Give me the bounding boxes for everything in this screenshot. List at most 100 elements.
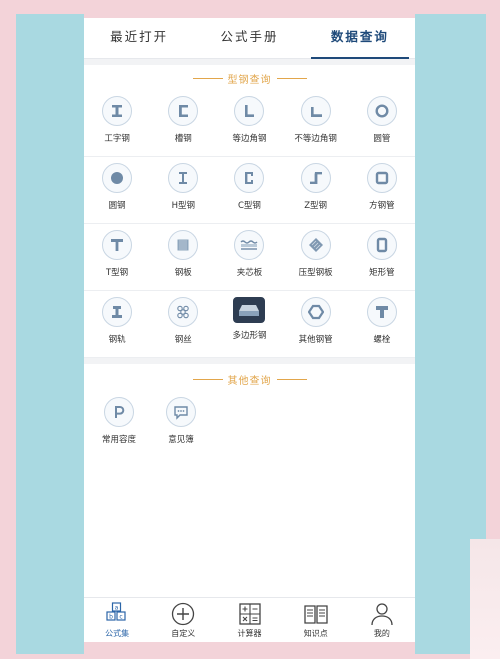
steel-item-steel-plate[interactable]: 钢板	[150, 230, 216, 278]
steel-item-polygon-steel[interactable]: 多边形钢	[216, 297, 282, 341]
steel-item-equal-angle[interactable]: 等边角钢	[216, 96, 282, 144]
steel-section-header: 型钢查询	[84, 71, 415, 86]
calculator-icon	[238, 603, 261, 625]
steel-item-steel-wire[interactable]: 钢丝	[150, 297, 216, 345]
steel-item-z-section[interactable]: Z型钢	[283, 163, 349, 211]
steel-item-round-pipe[interactable]: 圆管	[349, 96, 415, 144]
sandwich-panel-icon	[234, 230, 265, 260]
background-panel-left	[16, 14, 84, 654]
unequal-angle-icon	[300, 96, 331, 126]
steel-item-c-section[interactable]: C型钢	[216, 163, 282, 211]
steel-item-label: 方钢管	[369, 201, 395, 211]
steel-item-label: 钢轨	[108, 335, 126, 345]
steel-item-label: T型钢	[105, 268, 129, 278]
steel-plate-icon	[168, 230, 199, 260]
rect-tube-icon	[366, 230, 397, 260]
other-pipe-icon	[300, 297, 331, 327]
book-icon	[304, 605, 328, 624]
rail-icon	[102, 297, 133, 327]
nav-knowledge[interactable]: 知识点	[283, 598, 349, 642]
other-item-label: 常用容度	[101, 435, 136, 445]
nav-calculator[interactable]: 计算器	[216, 598, 282, 642]
steel-item-t-section[interactable]: T型钢	[84, 230, 150, 278]
header-line-right	[276, 379, 307, 380]
steel-item-i-beam[interactable]: 工字钢	[84, 96, 150, 144]
round-bar-icon	[102, 163, 133, 193]
background-decoration	[470, 539, 500, 659]
steel-item-square-tube[interactable]: 方钢管	[349, 163, 415, 211]
other-section-header: 其他查询	[84, 372, 415, 387]
steel-item-label: 等边角钢	[232, 134, 267, 144]
nav-custom[interactable]: 自定义	[150, 598, 216, 642]
steel-item-label: 槽钢	[174, 134, 192, 144]
tab-bar: 最近打开 公式手册 数据查询	[84, 18, 415, 59]
bottom-nav: abc 公式集 自定义 计算器 知识点 我的	[84, 597, 415, 642]
svg-text:b: b	[109, 614, 113, 621]
nav-label: 公式集	[105, 629, 130, 638]
other-items: 常用容度 意见簿	[84, 391, 415, 445]
svg-text:a: a	[115, 605, 119, 612]
bolt-icon	[366, 297, 397, 327]
other-section-title: 其他查询	[227, 376, 272, 387]
steel-item-label: C型钢	[238, 201, 261, 211]
tab-recent[interactable]: 最近打开	[84, 18, 194, 58]
header-line-left	[192, 379, 223, 380]
z-section-icon	[300, 163, 331, 193]
steel-item-unequal-angle[interactable]: 不等边角钢	[283, 96, 349, 144]
steel-item-round-bar[interactable]: 圆钢	[84, 163, 150, 211]
channel-steel-icon	[168, 96, 199, 126]
app-screen: 最近打开 公式手册 数据查询 型钢查询 工字钢 槽钢 等边角钢 不等边角钢 圆管…	[84, 18, 415, 642]
t-section-icon	[102, 230, 133, 260]
steel-item-label: 螺栓	[373, 335, 391, 345]
steel-item-label: 其他钢管	[298, 335, 333, 345]
feedback-icon	[166, 397, 196, 427]
steel-item-h-beam[interactable]: H型钢	[150, 163, 216, 211]
square-tube-icon	[366, 163, 397, 193]
steel-wire-icon	[168, 297, 199, 327]
user-icon	[371, 603, 393, 626]
nav-formula-set[interactable]: abc 公式集	[84, 598, 150, 642]
header-line-right	[276, 78, 307, 79]
steel-item-label: 圆钢	[108, 201, 126, 211]
steel-item-label: 圆管	[373, 134, 391, 144]
steel-item-other-pipe[interactable]: 其他钢管	[283, 297, 349, 345]
c-section-icon	[234, 163, 265, 193]
profiled-sheet-icon	[300, 230, 331, 260]
nav-label: 知识点	[303, 629, 328, 638]
steel-item-bolt[interactable]: 螺栓	[349, 297, 415, 345]
tab-formula-handbook[interactable]: 公式手册	[194, 18, 304, 58]
steel-item-label: 钢板	[174, 268, 192, 278]
i-beam-icon	[102, 96, 133, 126]
equal-angle-icon	[234, 96, 265, 126]
steel-item-rect-tube[interactable]: 矩形管	[349, 230, 415, 278]
nav-label: 我的	[373, 629, 390, 638]
steel-row-2: 圆钢 H型钢 C型钢 Z型钢 方钢管	[84, 157, 415, 224]
round-pipe-icon	[366, 96, 397, 126]
steel-row-3: T型钢 钢板 夹芯板 压型钢板 矩形管	[84, 224, 415, 291]
polygon-steel-icon	[233, 297, 266, 323]
other-item-density[interactable]: 常用容度	[88, 397, 150, 445]
steel-item-label: 不等边角钢	[294, 134, 337, 144]
density-icon	[104, 397, 134, 427]
steel-item-label: Z型钢	[304, 201, 328, 211]
divider-band	[84, 59, 415, 65]
steel-item-channel[interactable]: 槽钢	[150, 96, 216, 144]
nav-label: 自定义	[171, 629, 196, 638]
svg-text:c: c	[119, 614, 122, 621]
steel-item-profiled-sheet[interactable]: 压型钢板	[283, 230, 349, 278]
steel-item-rail[interactable]: 钢轨	[84, 297, 150, 345]
header-line-left	[192, 78, 223, 79]
steel-item-label: 矩形管	[369, 268, 395, 278]
nav-profile[interactable]: 我的	[349, 598, 415, 642]
tab-data-query[interactable]: 数据查询	[305, 18, 415, 59]
steel-row-4: 钢轨 钢丝 多边形钢 其他钢管 螺栓	[84, 291, 415, 358]
steel-item-label: 夹芯板	[236, 268, 263, 278]
add-icon	[172, 602, 195, 626]
h-beam-icon	[168, 163, 199, 193]
formula-icon: ab c	[106, 602, 126, 621]
steel-item-sandwich-panel[interactable]: 夹芯板	[216, 230, 282, 278]
steel-item-label: 压型钢板	[298, 268, 333, 278]
steel-item-label: 多边形钢	[232, 331, 267, 341]
steel-item-label: 钢丝	[174, 335, 192, 345]
other-item-feedback[interactable]: 意见簿	[150, 397, 212, 445]
